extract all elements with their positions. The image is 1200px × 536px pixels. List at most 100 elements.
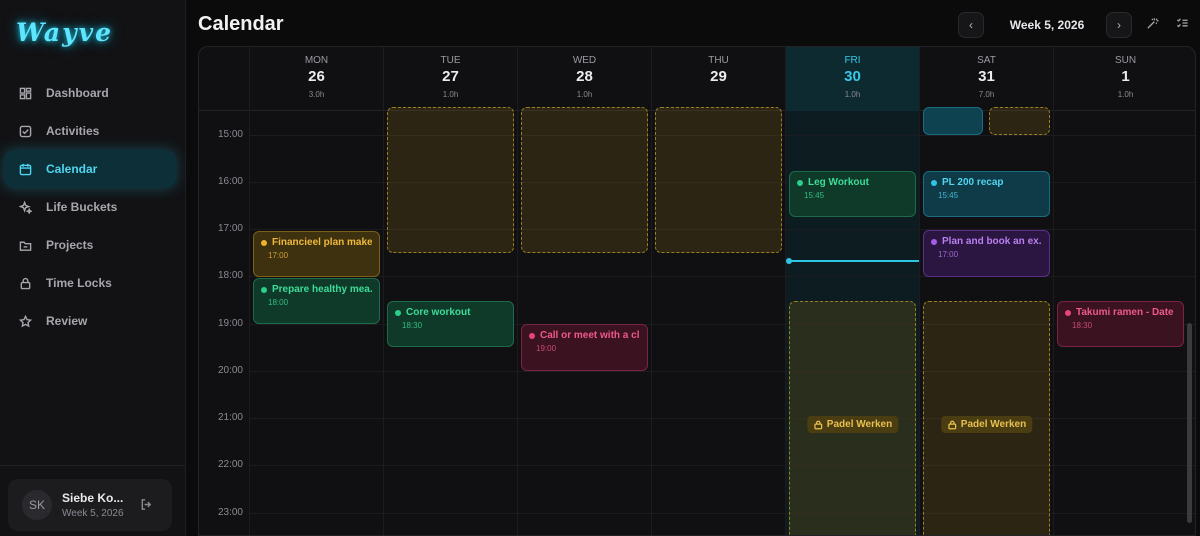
logout-icon[interactable] — [140, 498, 154, 512]
day-header-sun[interactable]: SUN 1 1.0h — [1053, 47, 1195, 111]
time-grid[interactable]: 15:00 16:00 17:00 18:00 19:00 20:00 21:0… — [199, 107, 1195, 535]
time-lock-block[interactable] — [989, 107, 1050, 135]
time-lock-block[interactable] — [655, 107, 782, 253]
time-label: 19:00 — [217, 318, 243, 329]
sidebar-item-time-locks[interactable]: Time Locks — [4, 264, 176, 302]
sidebar-item-label: Projects — [46, 238, 94, 252]
day-hours: 3.0h — [308, 90, 325, 99]
checklist-icon[interactable] — [1176, 17, 1190, 31]
current-time-line — [789, 260, 919, 262]
day-hours: 1.0h — [576, 90, 593, 99]
time-lock-title: Padel Werken — [960, 419, 1027, 430]
event-financieel-plan[interactable]: Financieel plan maken 17:00 — [253, 231, 380, 277]
prev-week-button[interactable]: ‹ — [958, 12, 984, 38]
day-number: 28 — [576, 68, 593, 85]
week-label: Week 5, 2026 — [1009, 18, 1085, 32]
sidebar-item-label: Life Buckets — [46, 200, 118, 214]
event-title: Takumi ramen - Date — [1076, 307, 1174, 318]
sidebar-item-projects[interactable]: Projects — [4, 226, 176, 264]
folder-icon — [18, 238, 32, 252]
day-number: 1 — [1121, 68, 1130, 85]
vertical-scrollbar[interactable] — [1187, 323, 1192, 523]
time-label: 21:00 — [217, 412, 243, 423]
day-header-wed[interactable]: WED 28 1.0h — [517, 47, 651, 111]
event-time: 18:00 — [268, 298, 289, 307]
next-week-button[interactable]: › — [1106, 12, 1132, 38]
sidebar-item-life-buckets[interactable]: Life Buckets — [4, 188, 176, 226]
calendar-icon — [18, 162, 32, 176]
event-time: 17:00 — [268, 251, 289, 260]
day-number: 26 — [308, 68, 325, 85]
event-prepare-meal[interactable]: Prepare healthy mea... 18:00 — [253, 278, 380, 324]
event-dot — [1065, 309, 1071, 316]
day-name: SUN — [1114, 55, 1137, 66]
event-leg-workout[interactable]: Leg Workout 15:45 — [789, 171, 916, 217]
day-number: 29 — [710, 68, 727, 85]
sidebar-nav: Dashboard Activities Calendar Life Bucke… — [0, 74, 186, 340]
event-core-workout[interactable]: Core workout 18:30 — [387, 301, 514, 347]
event-block[interactable] — [923, 107, 983, 135]
day-number: 30 — [844, 68, 861, 85]
magic-wand-icon[interactable] — [1146, 17, 1160, 31]
day-hours: 7.0h — [978, 90, 995, 99]
lock-icon — [947, 420, 956, 429]
day-hours: 1.0h — [1117, 90, 1134, 99]
avatar: SK — [22, 490, 52, 520]
event-takumi-ramen[interactable]: Takumi ramen - Date 18:30 — [1057, 301, 1184, 347]
event-time: 15:45 — [804, 191, 825, 200]
time-lock-label: Padel Werken — [940, 416, 1033, 433]
event-time: 17:00 — [938, 250, 959, 259]
calendar-header: MON 26 3.0h TUE 27 1.0h WED 28 1.0h THU … — [199, 47, 1195, 111]
sidebar-item-dashboard[interactable]: Dashboard — [4, 74, 176, 112]
event-title: Financieel plan maken — [272, 237, 372, 248]
day-name: WED — [572, 55, 597, 66]
day-hours: 1.0h — [844, 90, 861, 99]
user-card[interactable]: SK Siebe Ko... Week 5, 2026 — [8, 479, 172, 531]
hour-line — [249, 513, 1195, 514]
time-lock-title: Padel Werken — [826, 419, 893, 430]
sidebar-item-calendar[interactable]: Calendar — [4, 150, 176, 188]
sidebar-item-label: Time Locks — [46, 276, 112, 290]
day-header-thu[interactable]: THU 29 — [651, 47, 785, 111]
hour-line — [249, 276, 1195, 277]
event-title: Prepare healthy mea... — [272, 284, 372, 295]
star-icon — [18, 314, 32, 328]
event-title: Call or meet with a cl... — [540, 330, 640, 341]
time-lock-padel-sat[interactable]: Padel Werken — [923, 301, 1050, 535]
sidebar-divider — [0, 465, 186, 466]
event-time: 19:00 — [536, 344, 557, 353]
sidebar-item-label: Calendar — [46, 162, 98, 176]
day-hours: 1.0h — [442, 90, 459, 99]
event-plan-and-book[interactable]: Plan and book an ex... 17:00 — [923, 230, 1050, 277]
event-call-or-meet[interactable]: Call or meet with a cl... 19:00 — [521, 324, 648, 371]
event-dot — [931, 238, 937, 245]
user-name: Siebe Ko... — [62, 491, 124, 505]
hour-line — [249, 418, 1195, 419]
event-title: Leg Workout — [808, 177, 869, 188]
app-logo[interactable]: Wayve — [16, 18, 113, 47]
time-lock-block[interactable] — [387, 107, 514, 253]
sidebar-item-review[interactable]: Review — [4, 302, 176, 340]
time-lock-padel-fri[interactable]: Padel Werken — [789, 301, 916, 535]
day-header-tue[interactable]: TUE 27 1.0h — [383, 47, 517, 111]
day-header-fri[interactable]: FRI 30 1.0h — [785, 47, 919, 111]
sparkles-icon — [18, 200, 32, 214]
sidebar-item-activities[interactable]: Activities — [4, 112, 176, 150]
time-label: 15:00 — [217, 129, 243, 140]
event-pl-200-recap[interactable]: PL 200 recap 15:45 — [923, 171, 1050, 217]
time-label: 20:00 — [217, 365, 243, 376]
calendar-grid: MON 26 3.0h TUE 27 1.0h WED 28 1.0h THU … — [198, 46, 1196, 536]
event-time: 18:30 — [402, 321, 423, 330]
day-number: 27 — [442, 68, 459, 85]
event-dot — [395, 309, 401, 316]
time-lock-block[interactable] — [521, 107, 648, 253]
lock-icon — [18, 276, 32, 290]
event-dot — [931, 179, 937, 186]
day-name: FRI — [844, 55, 861, 66]
event-time: 18:30 — [1072, 321, 1093, 330]
sidebar-item-label: Dashboard — [46, 86, 109, 100]
day-header-mon[interactable]: MON 26 3.0h — [249, 47, 383, 111]
event-dot — [797, 179, 803, 186]
day-header-sat[interactable]: SAT 31 7.0h — [919, 47, 1053, 111]
chevron-right-icon: › — [1117, 18, 1121, 32]
